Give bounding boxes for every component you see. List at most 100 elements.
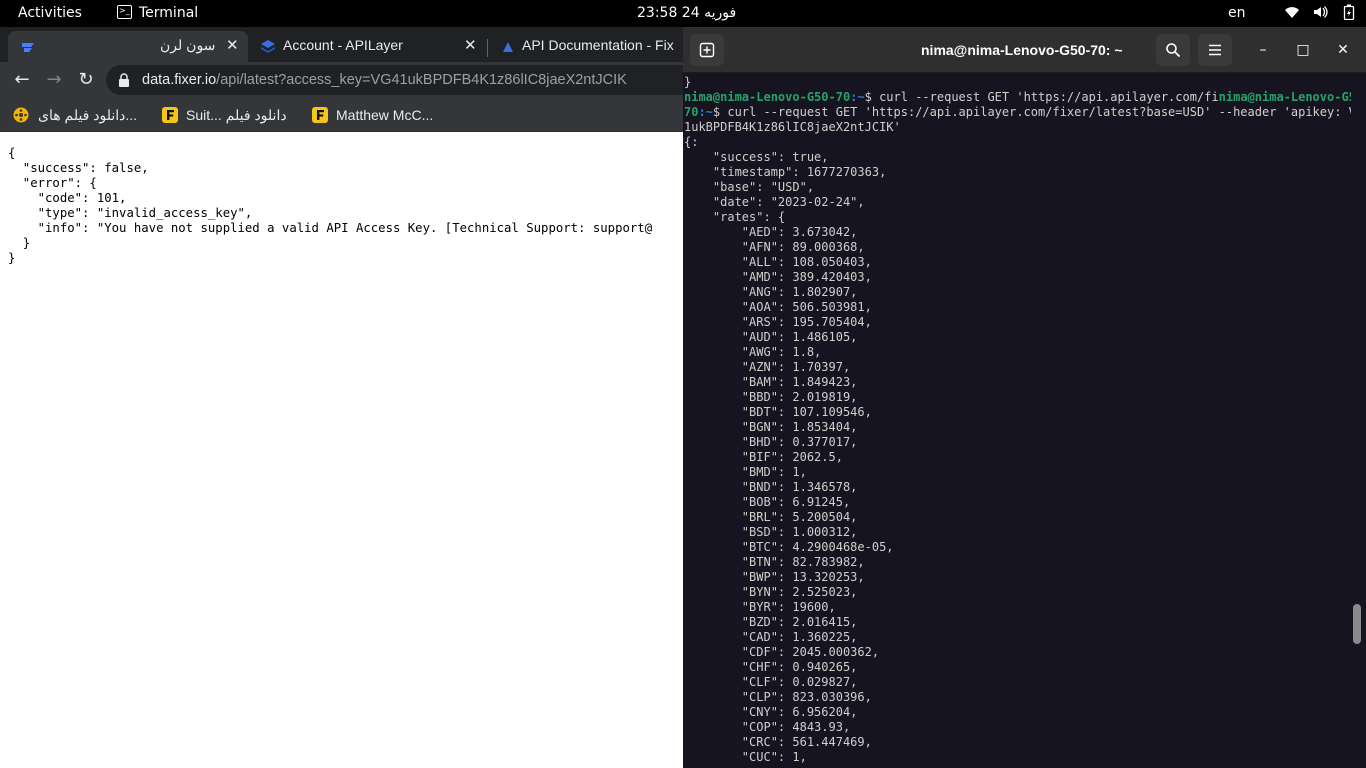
volume-icon xyxy=(1314,6,1329,18)
json-line: { xyxy=(8,146,16,160)
json-line: "error": { xyxy=(8,176,97,190)
address-bar[interactable]: data.fixer.io/api/latest?access_key=VG41… xyxy=(106,65,683,95)
lock-icon xyxy=(119,73,129,87)
terminal-output-line: "CNY": 6.956204, xyxy=(684,705,858,719)
forward-arrow-icon[interactable]: → xyxy=(42,68,66,92)
terminal-output-line: "ANG": 1.802907, xyxy=(684,285,858,299)
terminal-output-line: "BND": 1.346578, xyxy=(684,480,858,494)
new-tab-button[interactable] xyxy=(690,34,724,66)
f-logo-icon xyxy=(312,107,328,123)
battery-icon xyxy=(1343,4,1355,20)
app-menu-label: Terminal xyxy=(139,5,199,21)
terminal-output-line: "rates": { xyxy=(684,210,786,224)
new-tab-icon xyxy=(699,42,715,58)
terminal-output-line: "CLP": 823.030396, xyxy=(684,690,872,704)
terminal-command-line: 70:~$ curl --request GET 'https://api.ap… xyxy=(684,105,1351,120)
bookmark-item[interactable]: دانلود فیلم های... xyxy=(13,104,153,126)
scrollbar-thumb[interactable] xyxy=(1353,604,1361,644)
terminal-output-line: "AOA": 506.503981, xyxy=(684,300,872,314)
terminal-icon xyxy=(117,5,132,19)
terminal-output-line: "BAM": 1.849423, xyxy=(684,375,858,389)
url-host: data.fixer.io xyxy=(142,72,217,88)
close-icon[interactable]: ✕ xyxy=(226,36,239,54)
terminal-output-line: "CDF": 2045.000362, xyxy=(684,645,880,659)
tab-title: API Documentation - Fix xyxy=(522,37,674,53)
terminal-output-line: "CRC": 561.447469, xyxy=(684,735,872,749)
command-text: $ curl --request GET 'https://api.apilay… xyxy=(712,105,1351,119)
bookmarks-bar: دانلود فیلم های... Suit... دانلود فیلم M… xyxy=(0,98,683,132)
json-line: "success": false, xyxy=(8,161,149,175)
tab-sevenlearn[interactable]: سون لرن ✕ xyxy=(8,31,248,62)
terminal-output-line: "BYN": 2.525023, xyxy=(684,585,858,599)
terminal-output-line: "BZD": 2.016415, xyxy=(684,615,858,629)
language-indicator[interactable]: en xyxy=(1228,0,1246,27)
terminal-output-line: "date": "2023-02-24", xyxy=(684,195,865,209)
bookmark-label: Suit... دانلود فیلم xyxy=(186,107,287,123)
terminal-output-line: "success": true, xyxy=(684,150,829,164)
json-line: "info": "You have not supplied a valid A… xyxy=(8,221,653,235)
bookmark-item[interactable]: Matthew McC... xyxy=(312,104,452,126)
terminal-header-bar: nima@nima-Lenovo-G50-70: ~ – □ ✕ xyxy=(683,27,1366,73)
prompt-user: nima@nima-Lenovo-G50-70 xyxy=(684,90,851,104)
terminal-output-line: "AZN": 1.70397, xyxy=(684,360,851,374)
app-menu[interactable]: Terminal xyxy=(117,0,198,27)
prompt-path: :~ xyxy=(850,90,865,104)
activities-button[interactable]: Activities xyxy=(18,0,82,27)
terminal-output-line: "BHD": 0.377017, xyxy=(684,435,858,449)
back-arrow-icon[interactable]: ← xyxy=(10,68,34,92)
json-line: } xyxy=(8,251,16,265)
close-icon[interactable]: ✕ xyxy=(464,36,477,54)
terminal-output-line: "ARS": 195.705404, xyxy=(684,315,872,329)
bookmark-label: دانلود فیلم های... xyxy=(38,107,138,123)
terminal-output-line: "AFN": 89.000368, xyxy=(684,240,865,254)
terminal-command-line: nima@nima-Lenovo-G50-70:~$ curl --reques… xyxy=(684,90,1351,105)
json-response: { "success": false, "error": { "code": 1… xyxy=(8,146,652,266)
hamburger-menu-icon xyxy=(1209,44,1221,56)
bookmark-label: Matthew McC... xyxy=(336,107,434,123)
terminal-output-line: "BTN": 82.783982, xyxy=(684,555,865,569)
terminal-output-line: "base": "USD", xyxy=(684,180,815,194)
top-bar: Activities Terminal 23:58 فوریه 24 en xyxy=(0,0,1366,27)
tab-title: Account - APILayer xyxy=(283,37,403,53)
terminal-title: nima@nima-Lenovo-G50-70: ~ xyxy=(921,42,1123,58)
terminal-output-line: "BMD": 1, xyxy=(684,465,807,479)
maximize-icon[interactable]: □ xyxy=(1293,40,1313,60)
terminal-output-line: "CLF": 0.029827, xyxy=(684,675,858,689)
url-path: /api/latest?access_key=VG41ukBPDFB4K1z86… xyxy=(216,72,627,88)
terminal-output-line: "AED": 3.673042, xyxy=(684,225,858,239)
tab-api-documentation[interactable]: API Documentation - Fix xyxy=(488,31,683,62)
terminal-output-line: "timestamp": 1677270363, xyxy=(684,165,887,179)
terminal-output-line: "AMD": 389.420403, xyxy=(684,270,872,284)
film-reel-icon xyxy=(13,107,29,123)
json-line: } xyxy=(8,236,31,250)
terminal-output-line: "COP": 4843.93, xyxy=(684,720,851,734)
terminal-output-line: "BDT": 107.109546, xyxy=(684,405,872,419)
terminal-window: nima@nima-Lenovo-G50-70: ~ – □ ✕ } nima@n… xyxy=(683,27,1366,768)
minimize-icon[interactable]: – xyxy=(1253,40,1273,60)
search-button[interactable] xyxy=(1156,34,1190,66)
terminal-output-line: "CUC": 1, xyxy=(684,750,807,764)
terminal-output-line: "ALL": 108.050403, xyxy=(684,255,872,269)
system-tray[interactable] xyxy=(1276,0,1357,27)
tab-apilayer-account[interactable]: Account - APILayer ✕ xyxy=(248,31,488,62)
terminal-output[interactable]: } nima@nima-Lenovo-G50-70:~$ curl --reque… xyxy=(684,75,1351,768)
reload-icon[interactable]: ↻ xyxy=(74,68,98,92)
browser-toolbar: ← → ↻ data.fixer.io/api/latest?access_ke… xyxy=(0,62,683,98)
close-icon[interactable]: ✕ xyxy=(1333,40,1353,60)
terminal-output-line: "BWP": 13.320253, xyxy=(684,570,865,584)
prompt-path: :~ xyxy=(698,105,713,119)
terminal-output-line: "CHF": 0.940265, xyxy=(684,660,858,674)
search-icon xyxy=(1166,43,1181,58)
terminal-output-line: "BOB": 6.91245, xyxy=(684,495,851,509)
terminal-output-line: "CAD": 1.360225, xyxy=(684,630,858,644)
menu-button[interactable] xyxy=(1198,34,1232,66)
clock[interactable]: 23:58 فوریه 24 xyxy=(637,0,736,27)
bookmark-item[interactable]: Suit... دانلود فیلم xyxy=(162,104,302,126)
wifi-icon xyxy=(1285,7,1299,18)
f-logo-icon xyxy=(162,107,178,123)
terminal-output-line: "BGN": 1.853404, xyxy=(684,420,858,434)
command-text: 1ukBPDFB4K1z86lIC8jaeX2ntJCIK' xyxy=(684,120,901,134)
tab-strip: سون لرن ✕ Account - APILayer ✕ API Docum… xyxy=(0,27,683,62)
prompt-user: nima@nima-Lenovo-G50- xyxy=(1218,90,1351,104)
page-content: { "success": false, "error": { "code": 1… xyxy=(0,132,683,768)
